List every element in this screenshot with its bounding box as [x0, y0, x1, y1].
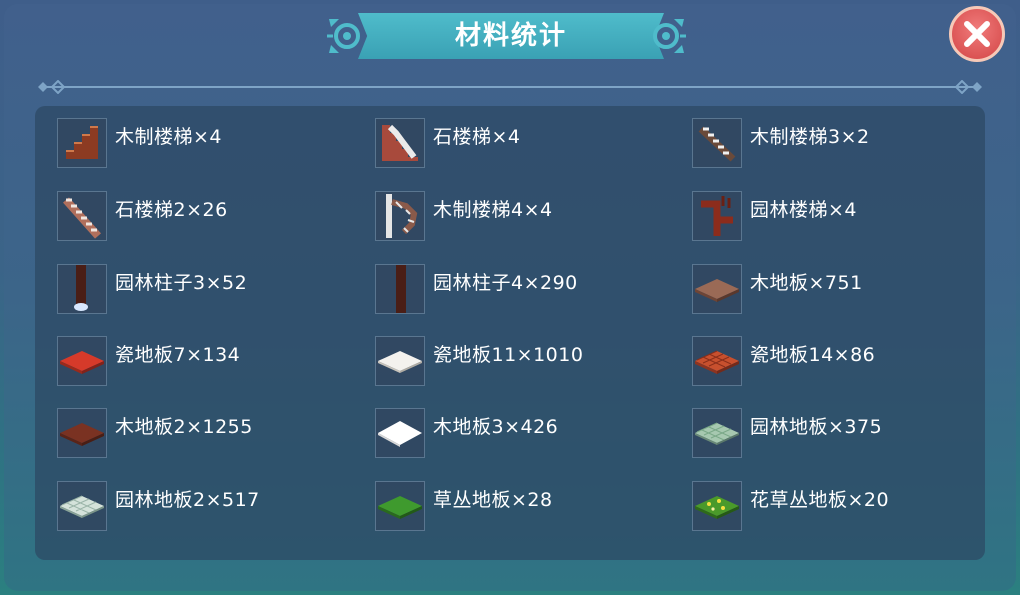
garden-pillar-4-icon: [375, 264, 425, 314]
material-label: 园林地板2×517: [115, 489, 260, 511]
material-label: 草丛地板×28: [433, 489, 553, 511]
divider-ornament-left-icon: [38, 80, 66, 94]
material-item[interactable]: 木地板3×426: [375, 408, 685, 464]
wooden-stairs-3-icon: [692, 118, 742, 168]
material-item[interactable]: 园林地板×375: [692, 408, 1002, 464]
material-item[interactable]: 花草丛地板×20: [692, 481, 1002, 537]
material-item[interactable]: 石楼梯2×26: [57, 191, 367, 247]
flower-grass-floor-icon: [692, 481, 742, 531]
wood-floor-3-icon: [375, 408, 425, 458]
material-label: 园林楼梯×4: [750, 199, 858, 221]
material-item[interactable]: 园林柱子3×52: [57, 264, 367, 320]
materials-panel: 木制楼梯×4 石楼梯×4 木制楼梯3×2 石楼梯2×26 木制楼梯4×4 园林楼…: [35, 106, 985, 560]
material-label: 木地板3×426: [433, 416, 559, 438]
material-label: 石楼梯2×26: [115, 199, 228, 221]
divider-ornament-right-icon: [954, 80, 982, 94]
material-label: 木地板×751: [750, 272, 863, 294]
material-label: 木制楼梯×4: [115, 126, 223, 148]
material-label: 木制楼梯4×4: [433, 199, 553, 221]
material-label: 木制楼梯3×2: [750, 126, 870, 148]
material-item[interactable]: 木制楼梯4×4: [375, 191, 685, 247]
material-item[interactable]: 木制楼梯×4: [57, 118, 367, 174]
garden-floor-icon: [692, 408, 742, 458]
material-label: 瓷地板7×134: [115, 344, 241, 366]
title-ornament-right-icon: [653, 19, 686, 53]
spiral-stairs-icon: [375, 191, 425, 241]
close-icon: [964, 21, 990, 47]
tile-floor-14-icon: [692, 336, 742, 386]
material-item[interactable]: 园林柱子4×290: [375, 264, 685, 320]
material-label: 瓷地板11×1010: [433, 344, 584, 366]
tile-floor-11-icon: [375, 336, 425, 386]
stone-stairs-icon: [375, 118, 425, 168]
material-item[interactable]: 园林楼梯×4: [692, 191, 1002, 247]
material-label: 石楼梯×4: [433, 126, 521, 148]
material-item[interactable]: 木地板2×1255: [57, 408, 367, 464]
garden-floor-2-icon: [57, 481, 107, 531]
garden-pillar-3-icon: [57, 264, 107, 314]
material-label: 花草丛地板×20: [750, 489, 890, 511]
material-label: 园林柱子4×290: [433, 272, 578, 294]
material-label: 园林柱子3×52: [115, 272, 248, 294]
wooden-stairs-icon: [57, 118, 107, 168]
wood-floor-2-icon: [57, 408, 107, 458]
stone-stairs-2-icon: [57, 191, 107, 241]
material-item[interactable]: 瓷地板11×1010: [375, 336, 685, 392]
page-title: 材料统计: [454, 21, 567, 51]
material-item[interactable]: 瓷地板7×134: [57, 336, 367, 392]
header-divider: [40, 86, 980, 88]
close-button[interactable]: [949, 6, 1005, 62]
material-label: 园林地板×375: [750, 416, 883, 438]
material-item[interactable]: 石楼梯×4: [375, 118, 685, 174]
tile-floor-7-icon: [57, 336, 107, 386]
grass-floor-icon: [375, 481, 425, 531]
material-label: 木地板2×1255: [115, 416, 253, 438]
material-item[interactable]: 木制楼梯3×2: [692, 118, 1002, 174]
wood-floor-icon: [692, 264, 742, 314]
material-label: 瓷地板14×86: [750, 344, 876, 366]
material-item[interactable]: 园林地板2×517: [57, 481, 367, 537]
material-item[interactable]: 木地板×751: [692, 264, 1002, 320]
material-item[interactable]: 草丛地板×28: [375, 481, 685, 537]
garden-stairs-icon: [692, 191, 742, 241]
material-item[interactable]: 瓷地板14×86: [692, 336, 1002, 392]
